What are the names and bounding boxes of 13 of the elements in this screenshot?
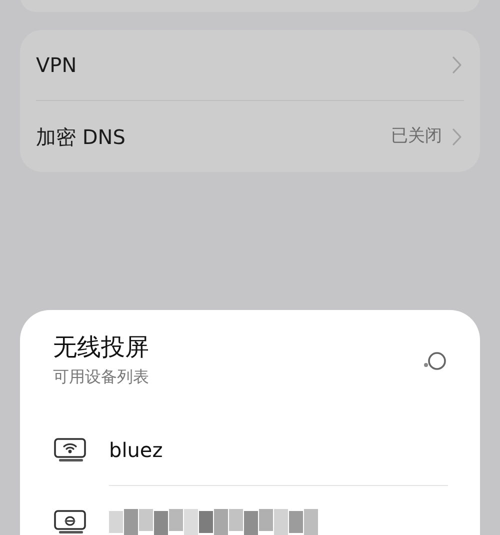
sheet-title: 无线投屏 [53, 332, 149, 363]
chevron-right-icon [452, 56, 462, 74]
row-value: 已关闭 [391, 124, 442, 148]
settings-row[interactable]: VPN [36, 30, 464, 101]
device-item[interactable]: bluez [53, 414, 448, 486]
settings-row[interactable]: 加密 DNS 已关闭 [36, 101, 464, 172]
row-label: 加密 DNS [36, 124, 126, 150]
chevron-right-icon [452, 128, 462, 146]
sheet-subtitle: 可用设备列表 [53, 366, 149, 388]
display-icon [53, 509, 89, 535]
wifi-display-icon [53, 437, 89, 463]
device-name: bluez [109, 436, 163, 464]
row-label: VPN [36, 52, 77, 79]
